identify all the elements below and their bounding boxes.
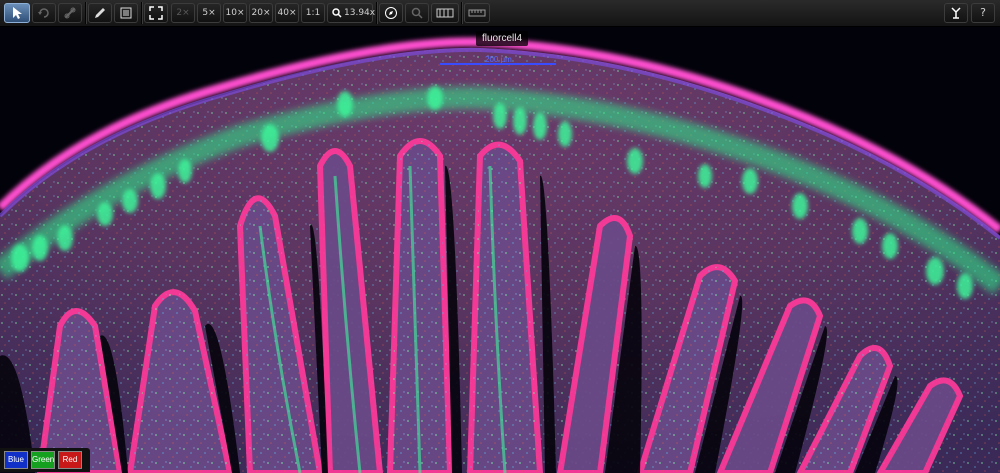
tools-wrench-icon	[951, 7, 961, 19]
link-icon	[64, 7, 76, 19]
channel-toggle-panel: Blue Green Red	[0, 448, 90, 472]
settings-button[interactable]	[944, 3, 968, 23]
search-icon	[411, 7, 423, 19]
zoom-10x-button[interactable]: 10×	[223, 3, 247, 23]
link-tool-button[interactable]	[58, 3, 82, 23]
ruler-button[interactable]	[464, 3, 490, 23]
fluorescence-tissue-image	[0, 37, 1000, 473]
filmstrip-button[interactable]	[431, 3, 459, 23]
channel-red-toggle[interactable]: Red	[58, 451, 82, 469]
scale-bar	[440, 63, 556, 65]
ruler-icon	[468, 9, 486, 17]
annotate-button[interactable]	[88, 3, 112, 23]
rotate-tool-button[interactable]	[32, 3, 56, 23]
zoom-level-field[interactable]: 13.94x	[327, 3, 376, 23]
zoom-40x-button[interactable]: 40×	[275, 3, 299, 23]
zoom-5x-button[interactable]: 5×	[197, 3, 221, 23]
navigator-icon	[385, 7, 397, 19]
select-arrow-icon	[13, 7, 22, 19]
magnifier-icon	[332, 8, 342, 18]
fit-to-screen-button[interactable]	[144, 3, 168, 23]
rotate-icon	[38, 8, 49, 18]
zoom-level-value: 13.94x	[344, 8, 376, 18]
toolbar: 2× 5× 10× 20× 40× 1:1 13.94x ?	[0, 0, 1000, 27]
channel-blue-toggle[interactable]: Blue	[4, 451, 28, 469]
layers-button[interactable]	[114, 3, 138, 23]
fit-to-screen-icon	[149, 6, 163, 20]
zoom-2x-button[interactable]: 2×	[171, 3, 195, 23]
layers-list-icon	[120, 7, 132, 19]
image-title: fluorcell4	[476, 31, 529, 46]
search-button[interactable]	[405, 3, 429, 23]
zoom-20x-button[interactable]: 20×	[249, 3, 273, 23]
help-button[interactable]: ?	[971, 3, 995, 23]
filmstrip-icon	[436, 8, 454, 18]
image-viewer[interactable]: fluorcell4 200 µm Blue Green Red	[0, 26, 1000, 473]
zoom-1to1-button[interactable]: 1:1	[301, 3, 325, 23]
select-tool-button[interactable]	[4, 3, 30, 23]
navigator-button[interactable]	[379, 3, 403, 23]
channel-green-toggle[interactable]: Green	[31, 451, 55, 469]
annotate-pen-icon	[95, 8, 105, 18]
